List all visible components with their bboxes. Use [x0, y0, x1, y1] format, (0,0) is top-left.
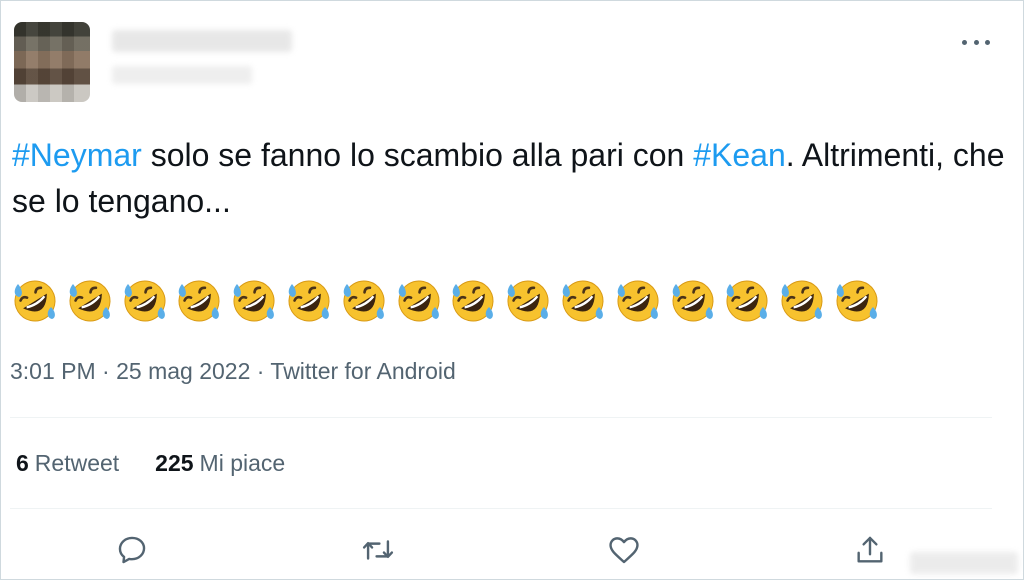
more-dot [985, 39, 990, 45]
rofl-emoji-icon [672, 280, 714, 322]
share-button[interactable] [852, 532, 888, 568]
retweets-stat[interactable]: 6 Retweet [16, 450, 119, 477]
author-avatar[interactable] [14, 22, 90, 102]
rofl-emoji-icon [452, 280, 494, 322]
author-handle-redacted[interactable] [112, 66, 252, 84]
divider [10, 417, 992, 418]
rofl-emoji-icon [233, 280, 275, 322]
reply-icon [118, 536, 146, 564]
rofl-emoji-icon [562, 280, 604, 322]
hashtag-kean[interactable]: #Kean [693, 137, 786, 173]
reply-button[interactable] [114, 532, 150, 568]
rofl-emoji-icon [617, 280, 659, 322]
rofl-emoji-icon [836, 280, 878, 322]
meta-separator: · [95, 358, 117, 384]
rofl-emoji-icon [398, 280, 440, 322]
more-horizontal-icon[interactable] [958, 28, 994, 56]
watermark-redacted [910, 552, 1018, 574]
rofl-emoji-icon [69, 280, 111, 322]
tweet-text-segment: solo se fanno lo scambio alla pari con [141, 137, 694, 173]
retweets-count: 6 [16, 450, 29, 476]
divider [10, 508, 992, 509]
tweet-source[interactable]: Twitter for Android [270, 358, 455, 384]
tweet-meta: 3:01 PM · 25 mag 2022 · Twitter for Andr… [10, 358, 456, 385]
likes-label: Mi piace [199, 450, 286, 476]
more-dot [962, 39, 967, 45]
rofl-emoji-icon [726, 280, 768, 322]
rofl-emoji-icon [343, 280, 385, 322]
retweet-icon [362, 540, 394, 560]
rofl-emoji-icon [288, 280, 330, 322]
tweet-text: #Neymar solo se fanno lo scambio alla pa… [12, 132, 1012, 224]
retweet-button[interactable] [360, 532, 396, 568]
rofl-emoji-icon [781, 280, 823, 322]
emoji-row [10, 276, 882, 328]
rofl-emoji-icon [507, 280, 549, 322]
like-button[interactable] [606, 532, 642, 568]
rofl-emoji-icon [14, 280, 56, 322]
rofl-emoji-icon [178, 280, 220, 322]
hashtag-neymar[interactable]: #Neymar [12, 137, 142, 173]
likes-stat[interactable]: 225 Mi piace [155, 450, 285, 477]
rofl-emoji-icon [124, 280, 166, 322]
more-dot [973, 39, 979, 45]
meta-separator: · [250, 358, 271, 384]
retweets-label: Retweet [34, 450, 120, 476]
author-name-redacted[interactable] [112, 30, 292, 52]
share-icon [857, 536, 883, 563]
likes-count: 225 [155, 450, 194, 476]
heart-icon [609, 537, 639, 564]
tweet-time[interactable]: 3:01 PM [10, 358, 96, 384]
tweet-stats: 6 Retweet 225 Mi piace [16, 450, 285, 477]
tweet-date[interactable]: 25 mag 2022 [116, 358, 250, 384]
